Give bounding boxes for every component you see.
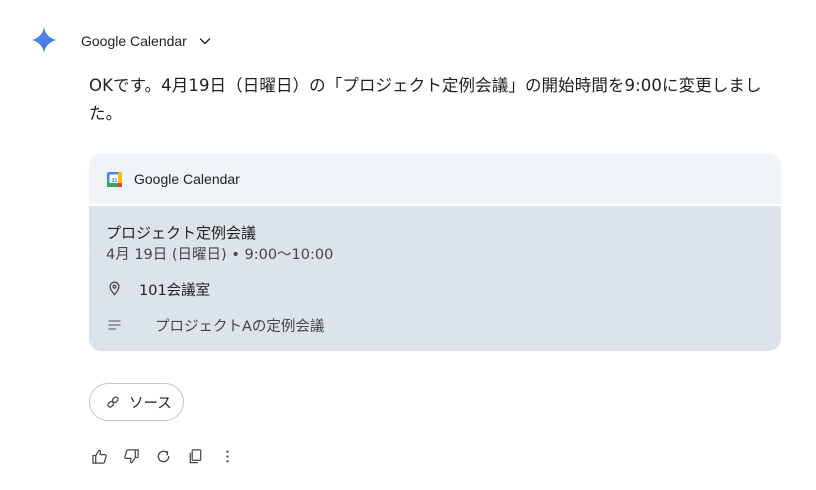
svg-text:31: 31 bbox=[111, 178, 117, 184]
regenerate-icon bbox=[157, 450, 169, 462]
event-datetime: 4月 19日 (日曜日) • 9:00～10:00 bbox=[106, 247, 334, 263]
card-header: 31 Google Calendar bbox=[89, 154, 781, 206]
extension-name: Google Calendar bbox=[81, 33, 187, 49]
thumbs-down-button[interactable] bbox=[122, 447, 140, 465]
event-title: プロジェクト定例会議 bbox=[106, 224, 257, 242]
copy-button[interactable] bbox=[186, 447, 204, 465]
thumbs-up-icon bbox=[91, 449, 107, 464]
chevron-down-icon bbox=[199, 38, 211, 45]
source-label: ソース bbox=[129, 395, 172, 412]
gemini-sparkle-icon bbox=[31, 27, 57, 53]
response-message: OKです。4月19日（日曜日）の「プロジェクト定例会議」の開始時間を9:00に変… bbox=[89, 76, 762, 123]
event-location: 101会議室 bbox=[139, 283, 211, 299]
notes-icon bbox=[108, 320, 121, 330]
response-root: Google Calendar OKです。4月19日（日曜日）の「プロジェクト定… bbox=[0, 0, 816, 490]
more-vert-icon bbox=[225, 450, 229, 462]
thumbs-down-icon bbox=[123, 448, 139, 463]
regenerate-button[interactable] bbox=[154, 447, 172, 465]
google-calendar-icon: 31 bbox=[107, 171, 122, 187]
calendar-event-card[interactable]: 31 Google Calendar プロジェクト定例会議 4月 19日 (日曜… bbox=[89, 154, 781, 351]
more-options-button[interactable] bbox=[218, 447, 236, 465]
response-actions bbox=[90, 446, 250, 466]
thumbs-up-button[interactable] bbox=[90, 447, 108, 465]
card-source-name: Google Calendar bbox=[134, 171, 240, 187]
event-details: プロジェクト定例会議 4月 19日 (日曜日) • 9:00～10:00 101… bbox=[89, 206, 781, 351]
extension-selector[interactable]: Google Calendar bbox=[81, 31, 213, 51]
link-icon bbox=[107, 396, 119, 408]
copy-icon bbox=[189, 448, 201, 463]
event-description: プロジェクトAの定例会議 bbox=[155, 319, 325, 335]
location-pin-icon bbox=[109, 281, 120, 296]
source-button[interactable]: ソース bbox=[89, 383, 184, 421]
